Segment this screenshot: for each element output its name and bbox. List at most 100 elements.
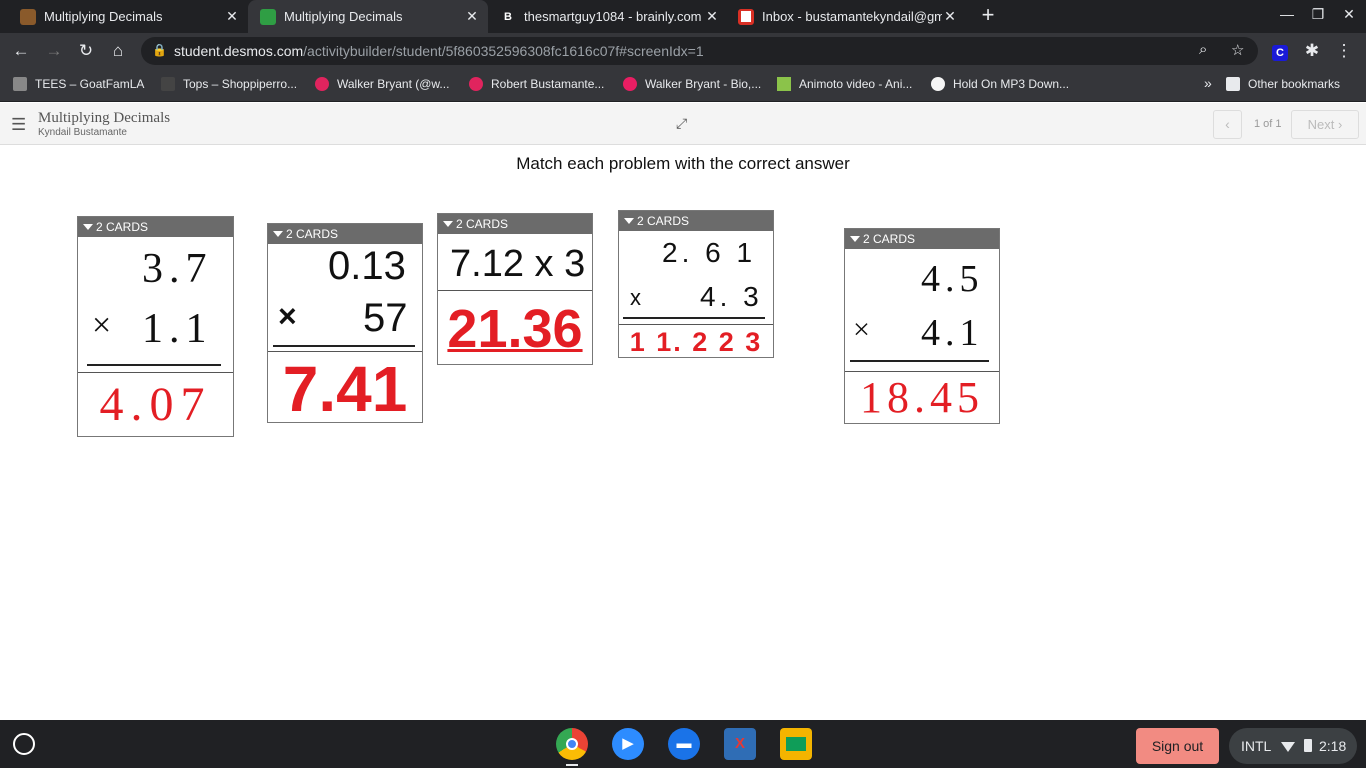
previous-button[interactable]: ‹	[1213, 110, 1242, 139]
card-stack[interactable]: 2 CARDS 3.7 × 1.1 4.07	[77, 216, 234, 437]
operator: ×	[278, 298, 297, 334]
top-factor: 3.7	[142, 246, 213, 292]
classroom-icon[interactable]	[780, 728, 812, 760]
status-tray[interactable]: INTL 2:18	[1229, 728, 1357, 764]
top-factor: 2. 6 1	[662, 237, 757, 268]
stack-label[interactable]: 2 CARDS	[845, 229, 999, 249]
desmos-cat-icon	[20, 8, 36, 25]
minimize-icon[interactable]: —	[1272, 6, 1302, 22]
bottom-factor: 1.1	[142, 306, 213, 352]
tab-2[interactable]: Multiplying Decimals ✕	[248, 0, 488, 33]
answer-card[interactable]: 21.36	[438, 290, 592, 365]
active-app-indicator	[566, 764, 578, 766]
problem-card[interactable]: 0.13 × 57	[268, 244, 422, 351]
bookmark-2[interactable]: Tops – Shoppiperro...	[161, 77, 297, 91]
reload-icon[interactable]: ↻	[73, 38, 99, 64]
problem-card[interactable]: 2. 6 1 x 4. 3	[619, 231, 773, 324]
rule-line	[87, 364, 221, 366]
operator: x	[630, 285, 641, 310]
bookmarks-bar: TEES – GoatFamLA Tops – Shoppiperro... W…	[0, 69, 1366, 102]
address-bar[interactable]: 🔒 student.desmos.com/activitybuilder/stu…	[141, 37, 1258, 65]
clock: 2:18	[1319, 738, 1347, 754]
input-method: INTL	[1241, 738, 1272, 754]
other-bookmarks[interactable]: Other bookmarks	[1226, 77, 1340, 91]
files-icon[interactable]: ▬	[668, 728, 700, 760]
lock-icon: 🔒	[152, 43, 167, 57]
fullscreen-icon[interactable]: ⤢	[676, 115, 687, 132]
stack-label[interactable]: 2 CARDS	[619, 211, 773, 231]
hamburger-menu-icon[interactable]: ☰	[11, 115, 26, 135]
tab-3[interactable]: B thesmartguy1084 - brainly.com ✕	[488, 0, 728, 33]
more-bookmarks-icon[interactable]: »	[1204, 75, 1212, 91]
restore-icon[interactable]: ❐	[1303, 6, 1333, 23]
top-factor: 0.13	[328, 244, 406, 288]
bookmark-5[interactable]: Walker Bryant - Bio,...	[623, 77, 761, 91]
puzzle-icon[interactable]: ✱	[1299, 38, 1325, 64]
answer-card[interactable]: 1 1. 2 2 3	[619, 324, 773, 358]
bookmark-1[interactable]: TEES – GoatFamLA	[13, 77, 144, 91]
close-icon[interactable]: ✕	[942, 8, 958, 25]
card-stack[interactable]: 2 CARDS 7.12 x 3 21.36	[437, 213, 593, 365]
problem-card[interactable]: 4.5 × 4.1	[845, 249, 999, 371]
top-factor: 4.5	[921, 258, 984, 300]
star-icon[interactable]: ☆	[1231, 41, 1244, 59]
zoom-icon[interactable]: ▶	[612, 728, 644, 760]
stack-label[interactable]: 2 CARDS	[78, 217, 233, 237]
bookmark-7[interactable]: Hold On MP3 Down...	[931, 77, 1069, 91]
activity-header: ☰ Multiplying Decimals Kyndail Bustamant…	[0, 103, 1366, 145]
tab-title: thesmartguy1084 - brainly.com	[524, 9, 702, 24]
tab-title: Multiplying Decimals	[44, 9, 163, 24]
launcher-icon[interactable]	[13, 733, 35, 755]
extension-c-icon[interactable]: C	[1267, 38, 1293, 64]
answer-card[interactable]: 18.45	[845, 371, 999, 424]
tab-title: Inbox - bustamantekyndail@gm	[762, 9, 942, 24]
bookmark-3[interactable]: Walker Bryant (@w...	[315, 77, 449, 91]
tab-title: Multiplying Decimals	[284, 9, 403, 24]
bottom-factor: 4. 3	[700, 281, 763, 312]
activity-title: Multiplying Decimals	[38, 110, 171, 126]
problem-expression: 7.12 x 3	[450, 243, 586, 285]
bookmark-6[interactable]: Animoto video - Ani...	[777, 77, 912, 91]
problem-card[interactable]: 7.12 x 3	[438, 234, 592, 290]
tab-1[interactable]: Multiplying Decimals ✕	[0, 0, 248, 33]
brainly-icon: B	[500, 8, 516, 25]
battery-icon	[1304, 739, 1312, 752]
bottom-factor: 4.1	[921, 312, 984, 354]
stack-label[interactable]: 2 CARDS	[268, 224, 422, 244]
answer-card[interactable]: 4.07	[78, 372, 233, 437]
operator: ×	[853, 313, 870, 346]
problem-card[interactable]: 3.7 × 1.1	[78, 237, 233, 372]
close-icon[interactable]: ✕	[464, 8, 480, 25]
menu-kebab-icon[interactable]: ⋮	[1331, 38, 1357, 64]
sign-out-button[interactable]: Sign out	[1136, 728, 1219, 764]
gmail-icon	[738, 8, 754, 25]
zoom-icon[interactable]: ⌕	[1199, 41, 1207, 58]
chrome-icon[interactable]	[556, 728, 588, 760]
next-button[interactable]: Next ›	[1291, 110, 1359, 139]
tab-strip: Multiplying Decimals ✕ Multiplying Decim…	[0, 0, 1366, 33]
close-icon[interactable]: ✕	[224, 8, 240, 25]
forward-icon[interactable]: →	[41, 38, 67, 64]
home-icon[interactable]: ⌂	[105, 38, 131, 64]
os-taskbar: ▶ ▬ X Sign out INTL 2:18	[0, 720, 1366, 768]
student-name: Kyndail Bustamante	[38, 127, 127, 138]
rule-line	[273, 345, 415, 347]
card-stack[interactable]: 2 CARDS 0.13 × 57 7.41	[267, 223, 423, 425]
close-window-icon[interactable]: ✕	[1334, 6, 1364, 23]
math-app-icon[interactable]: X	[724, 728, 756, 760]
answer-card[interactable]: 7.41	[268, 351, 422, 425]
card-stack[interactable]: 2 CARDS 4.5 × 4.1 18.45	[844, 228, 1000, 424]
bookmark-4[interactable]: Robert Bustamante...	[469, 77, 604, 91]
rule-line	[623, 317, 765, 319]
operator: ×	[92, 307, 112, 344]
stack-label[interactable]: 2 CARDS	[438, 214, 592, 234]
new-tab-button[interactable]: +	[976, 4, 1000, 28]
close-icon[interactable]: ✕	[704, 8, 720, 25]
rule-line	[850, 360, 989, 362]
back-icon[interactable]: ←	[8, 38, 34, 64]
instruction-text: Match each problem with the correct answ…	[516, 154, 850, 173]
tab-4[interactable]: Inbox - bustamantekyndail@gm ✕	[728, 0, 966, 33]
browser-toolbar: ← → ↻ ⌂ 🔒 student.desmos.com/activitybui…	[0, 33, 1366, 69]
url-text[interactable]: student.desmos.com/activitybuilder/stude…	[174, 43, 704, 59]
card-stack[interactable]: 2 CARDS 2. 6 1 x 4. 3 1 1. 2 2 3	[618, 210, 774, 358]
